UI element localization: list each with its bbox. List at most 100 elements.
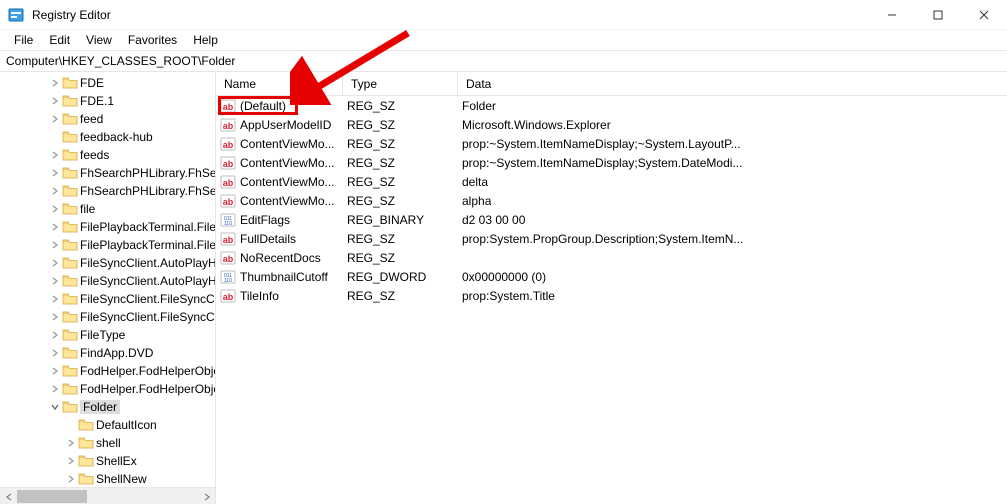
tree-item-label: FodHelper.FodHelperObject.1: [80, 382, 215, 396]
tree-item[interactable]: FilePlaybackTerminal.FilePlaybackTermina…: [0, 236, 215, 254]
menu-bar: File Edit View Favorites Help: [0, 30, 1007, 50]
chevron-down-icon[interactable]: [48, 400, 62, 414]
chevron-right-icon[interactable]: [48, 382, 62, 396]
address-bar[interactable]: Computer\HKEY_CLASSES_ROOT\Folder: [0, 50, 1007, 72]
value-name: ContentViewMo...: [240, 156, 335, 170]
value-data: prop:System.Title: [462, 289, 555, 303]
value-row[interactable]: ab AppUserModelIDREG_SZMicrosoft.Windows…: [216, 115, 1007, 134]
chevron-right-icon[interactable]: [48, 148, 62, 162]
tree-item-label: FileSyncClient.AutoPlayHandler: [80, 256, 215, 270]
menu-file[interactable]: File: [6, 31, 41, 49]
string-value-icon: ab: [220, 231, 236, 247]
maximize-button[interactable]: [915, 0, 961, 30]
menu-edit[interactable]: Edit: [41, 31, 78, 49]
value-type: REG_SZ: [347, 194, 395, 208]
value-row[interactable]: ab ContentViewMo...REG_SZalpha: [216, 191, 1007, 210]
column-header-name[interactable]: Name: [216, 72, 343, 95]
tree-item[interactable]: ShellNew: [0, 470, 215, 487]
chevron-right-icon[interactable]: [64, 472, 78, 486]
tree-item[interactable]: FindApp.DVD: [0, 344, 215, 362]
folder-icon: [62, 292, 78, 306]
chevron-right-icon[interactable]: [48, 202, 62, 216]
tree-item[interactable]: shell: [0, 434, 215, 452]
menu-favorites[interactable]: Favorites: [120, 31, 185, 49]
chevron-right-icon[interactable]: [48, 166, 62, 180]
chevron-right-icon[interactable]: [48, 364, 62, 378]
horizontal-scrollbar[interactable]: [0, 487, 215, 504]
value-row[interactable]: ab (Default)REG_SZFolder: [216, 96, 1007, 115]
minimize-button[interactable]: [869, 0, 915, 30]
chevron-right-icon[interactable]: [64, 436, 78, 450]
value-row[interactable]: ab ContentViewMo...REG_SZprop:~System.It…: [216, 153, 1007, 172]
close-button[interactable]: [961, 0, 1007, 30]
value-data: 0x00000000 (0): [462, 270, 546, 284]
tree-item[interactable]: feedback-hub: [0, 128, 215, 146]
scrollbar-thumb[interactable]: [17, 490, 87, 503]
tree-item[interactable]: FhSearchPHLibrary.FhSearchAPI.1: [0, 182, 215, 200]
value-row[interactable]: ab ContentViewMo...REG_SZprop:~System.It…: [216, 134, 1007, 153]
chevron-right-icon[interactable]: [48, 274, 62, 288]
tree-item[interactable]: FDE: [0, 74, 215, 92]
binary-value-icon: 011 110: [220, 212, 236, 228]
chevron-right-icon[interactable]: [48, 76, 62, 90]
tree-item[interactable]: FilePlaybackTerminal.FilePlaybackTermina…: [0, 218, 215, 236]
tree-item[interactable]: feed: [0, 110, 215, 128]
value-name: AppUserModelID: [240, 118, 331, 132]
svg-text:ab: ab: [223, 159, 234, 169]
folder-icon: [78, 436, 94, 450]
chevron-right-icon[interactable]: [48, 112, 62, 126]
tree-item[interactable]: DefaultIcon: [0, 416, 215, 434]
tree-item[interactable]: Folder: [0, 398, 215, 416]
tree-item[interactable]: feeds: [0, 146, 215, 164]
chevron-right-icon[interactable]: [48, 184, 62, 198]
value-row[interactable]: ab FullDetailsREG_SZprop:System.PropGrou…: [216, 229, 1007, 248]
value-data: Microsoft.Windows.Explorer: [462, 118, 611, 132]
tree-item[interactable]: FileSyncClient.AutoPlayHandler.1: [0, 272, 215, 290]
folder-icon: [62, 328, 78, 342]
svg-text:ab: ab: [223, 121, 234, 131]
value-row[interactable]: ab NoRecentDocsREG_SZ: [216, 248, 1007, 267]
chevron-right-icon[interactable]: [48, 310, 62, 324]
tree-item[interactable]: FodHelper.FodHelperObject.1: [0, 380, 215, 398]
chevron-right-icon[interactable]: [48, 94, 62, 108]
tree-item[interactable]: FileSyncClient.FileSyncClient.1: [0, 308, 215, 326]
column-header-data[interactable]: Data: [458, 72, 1007, 95]
value-row[interactable]: 011 110 EditFlagsREG_BINARYd2 03 00 00: [216, 210, 1007, 229]
tree-item[interactable]: ShellEx: [0, 452, 215, 470]
tree-item[interactable]: FhSearchPHLibrary.FhSearchAPI: [0, 164, 215, 182]
value-data: prop:~System.ItemNameDisplay;System.Date…: [462, 156, 742, 170]
tree-item[interactable]: FileSyncClient.FileSyncClient: [0, 290, 215, 308]
svg-text:ab: ab: [223, 197, 234, 207]
tree-item-label: FhSearchPHLibrary.FhSearchAPI.1: [80, 184, 215, 198]
tree-item[interactable]: file: [0, 200, 215, 218]
value-row[interactable]: ab TileInfoREG_SZprop:System.Title: [216, 286, 1007, 305]
menu-view[interactable]: View: [78, 31, 120, 49]
menu-help[interactable]: Help: [185, 31, 226, 49]
tree-item-label: FDE: [80, 76, 104, 90]
scroll-right-icon[interactable]: [198, 488, 215, 504]
folder-icon: [62, 400, 78, 414]
chevron-right-icon[interactable]: [48, 292, 62, 306]
tree-item[interactable]: FodHelper.FodHelperObject: [0, 362, 215, 380]
folder-icon: [62, 76, 78, 90]
chevron-right-icon[interactable]: [48, 256, 62, 270]
value-row[interactable]: ab ContentViewMo...REG_SZdelta: [216, 172, 1007, 191]
chevron-right-icon: [64, 418, 78, 432]
chevron-right-icon[interactable]: [48, 238, 62, 252]
chevron-right-icon[interactable]: [48, 346, 62, 360]
registry-editor-icon: [8, 7, 24, 23]
tree-item-label: FDE.1: [80, 94, 114, 108]
value-row[interactable]: 011 110 ThumbnailCutoffREG_DWORD0x000000…: [216, 267, 1007, 286]
tree-item[interactable]: FileType: [0, 326, 215, 344]
scroll-left-icon[interactable]: [0, 488, 17, 504]
column-header-type[interactable]: Type: [343, 72, 458, 95]
string-value-icon: ab: [220, 98, 236, 114]
chevron-right-icon[interactable]: [64, 454, 78, 468]
value-data: prop:System.PropGroup.Description;System…: [462, 232, 743, 246]
tree-item-label: FindApp.DVD: [80, 346, 153, 360]
chevron-right-icon[interactable]: [48, 220, 62, 234]
chevron-right-icon[interactable]: [48, 328, 62, 342]
folder-icon: [62, 130, 78, 144]
tree-item[interactable]: FileSyncClient.AutoPlayHandler: [0, 254, 215, 272]
tree-item[interactable]: FDE.1: [0, 92, 215, 110]
